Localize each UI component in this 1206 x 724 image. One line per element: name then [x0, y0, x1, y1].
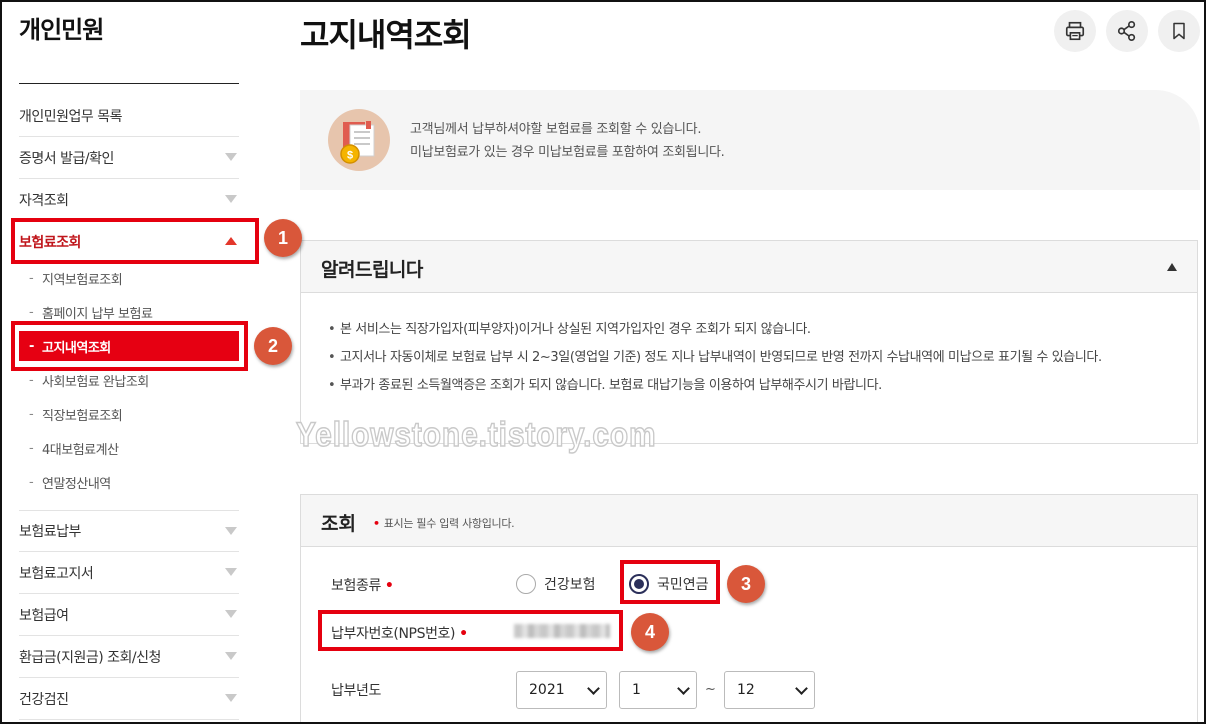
- annotation-badge-1: 1: [264, 219, 302, 257]
- month-to-value: 12: [737, 682, 755, 698]
- year-select-value: 2021: [529, 682, 565, 698]
- dash-icon: -: [29, 474, 34, 490]
- submenu-item-label: 4대보험료계산: [42, 442, 119, 458]
- sidebar-item-refund[interactable]: 환급금(지원금) 조회/신청: [19, 636, 239, 678]
- required-mark: •: [384, 578, 394, 594]
- annotation-box-1: [11, 218, 259, 264]
- sidebar-item-premium-notice[interactable]: 보험료고지서: [19, 552, 239, 594]
- sidebar-item-label: 개인민원업무 목록: [19, 108, 123, 125]
- info-line: 고객님께서 납부하셔야할 보험료를 조회할 수 있습니다.: [410, 122, 702, 137]
- dash-icon: -: [29, 304, 34, 320]
- chevron-down-icon: [225, 652, 237, 660]
- radio-label: 건강보험: [544, 577, 596, 593]
- sidebar-item-label: 환급금(지원금) 조회/신청: [19, 649, 161, 666]
- submenu-item-year-end-tax[interactable]: - 연말정산내역: [29, 467, 239, 497]
- submenu-item-label: 사회보험료 완납조회: [42, 374, 149, 390]
- payment-year-label: 납부년도: [331, 683, 381, 699]
- submenu-item-label: 연말정산내역: [42, 476, 111, 492]
- month-from-value: 1: [632, 682, 641, 698]
- sidebar-item-label: 자격조회: [19, 192, 69, 209]
- submenu-item-four-insurance-calc[interactable]: - 4대보험료계산: [29, 433, 239, 463]
- annotation-badge-3: 3: [727, 565, 765, 603]
- sidebar-item-label: 보험급여: [19, 607, 69, 624]
- notice-item: 본 서비스는 직장가입자(피부양자)이거나 상실된 지역가입자인 경우 조회가 …: [328, 318, 1168, 341]
- radio-health-insurance[interactable]: 건강보험: [516, 574, 596, 594]
- notice-item: 부과가 종료된 소득월액증은 조회가 되지 않습니다. 보험료 대납기능을 이용…: [328, 374, 1168, 397]
- chevron-down-icon: [795, 682, 808, 695]
- sidebar-item-qualification[interactable]: 자격조회: [19, 179, 239, 221]
- month-from-select[interactable]: 1: [619, 671, 697, 709]
- bookmark-icon: [1173, 22, 1185, 40]
- sidebar-title: 개인민원: [19, 16, 104, 44]
- range-tilde: ~: [705, 682, 716, 697]
- info-box: $ 고객님께서 납부하셔야할 보험료를 조회할 수 있습니다. 미납보험료가 있…: [300, 90, 1200, 190]
- chevron-down-icon: [677, 682, 690, 695]
- annotation-box-2: [11, 321, 248, 371]
- print-button[interactable]: [1054, 10, 1096, 52]
- dash-icon: -: [29, 372, 34, 388]
- dash-icon: -: [29, 406, 34, 422]
- collapse-up-icon[interactable]: [1167, 263, 1177, 271]
- chevron-down-icon: [225, 694, 237, 702]
- required-note-text: 표시는 필수 입력 사항입니다.: [383, 517, 515, 530]
- sidebar-divider: [19, 83, 239, 84]
- sidebar-item-label: 건강검진: [19, 691, 69, 708]
- insurance-type-label: 보험종류 •: [331, 575, 394, 595]
- page-title: 고지내역조회: [300, 16, 472, 54]
- sidebar-item-premium-payment[interactable]: 보험료납부: [19, 510, 239, 552]
- submenu-item-label: 지역보험료조회: [42, 272, 123, 288]
- chevron-down-icon: [225, 568, 237, 576]
- sidebar-item-label: 보험료납부: [19, 524, 81, 540]
- dash-icon: -: [29, 270, 34, 286]
- share-icon: [1117, 21, 1136, 41]
- annotation-box-3: [620, 560, 720, 604]
- notice-title: 알려드립니다: [321, 259, 423, 281]
- info-line: 미납보험료가 있는 경우 미납보험료를 포함하여 조회됩니다.: [410, 145, 725, 160]
- year-select[interactable]: 2021: [516, 671, 607, 709]
- sidebar-item-health-checkup[interactable]: 건강검진: [19, 678, 239, 720]
- notice-item: 고지서나 자동이체로 보험료 납부 시 2~3일(영업일 기준) 정도 지나 납…: [328, 346, 1168, 369]
- svg-text:$: $: [347, 150, 353, 162]
- radio-circle[interactable]: [516, 574, 536, 594]
- search-header: 조회 • 표시는 필수 입력 사항입니다.: [301, 495, 1197, 547]
- chevron-down-icon: [587, 682, 600, 695]
- notice-list: 본 서비스는 직장가입자(피부양자)이거나 상실된 지역가입자인 경우 조회가 …: [328, 318, 1168, 402]
- submenu-item-label: 홈페이지 납부 보험료: [42, 306, 153, 322]
- search-title: 조회: [321, 513, 356, 535]
- sidebar-item-label: 보험료고지서: [19, 565, 94, 582]
- annotation-box-4: [318, 610, 623, 651]
- chevron-down-icon: [225, 610, 237, 618]
- print-icon: [1065, 21, 1085, 41]
- annotation-badge-2: 2: [254, 327, 292, 365]
- annotation-badge-4: 4: [631, 613, 669, 651]
- notice-header[interactable]: 알려드립니다: [301, 241, 1197, 293]
- info-text: 고객님께서 납부하셔야할 보험료를 조회할 수 있습니다. 미납보험료가 있는 …: [410, 118, 725, 164]
- share-button[interactable]: [1106, 10, 1148, 52]
- insurance-type-label-text: 보험종류: [331, 578, 381, 594]
- month-to-select[interactable]: 12: [724, 671, 815, 709]
- sidebar-item-benefits[interactable]: 보험급여: [19, 594, 239, 636]
- required-mark: •: [373, 517, 380, 530]
- submenu-item-workplace-premium[interactable]: - 직장보험료조회: [29, 399, 239, 429]
- required-note: • 표시는 필수 입력 사항입니다.: [373, 515, 515, 531]
- chevron-down-icon: [225, 527, 237, 535]
- document-coin-icon: $: [328, 109, 390, 171]
- sidebar-item-certificate[interactable]: 증명서 발급/확인: [19, 137, 239, 179]
- sidebar-item-civil-list[interactable]: 개인민원업무 목록: [19, 95, 239, 137]
- sidebar-item-label: 증명서 발급/확인: [19, 150, 114, 167]
- dash-icon: -: [29, 440, 34, 456]
- chevron-down-icon: [225, 153, 237, 161]
- submenu-item-regional-premium[interactable]: - 지역보험료조회: [29, 263, 239, 293]
- chevron-down-icon: [225, 195, 237, 203]
- bookmark-button[interactable]: [1158, 10, 1200, 52]
- submenu-item-label: 직장보험료조회: [42, 408, 123, 424]
